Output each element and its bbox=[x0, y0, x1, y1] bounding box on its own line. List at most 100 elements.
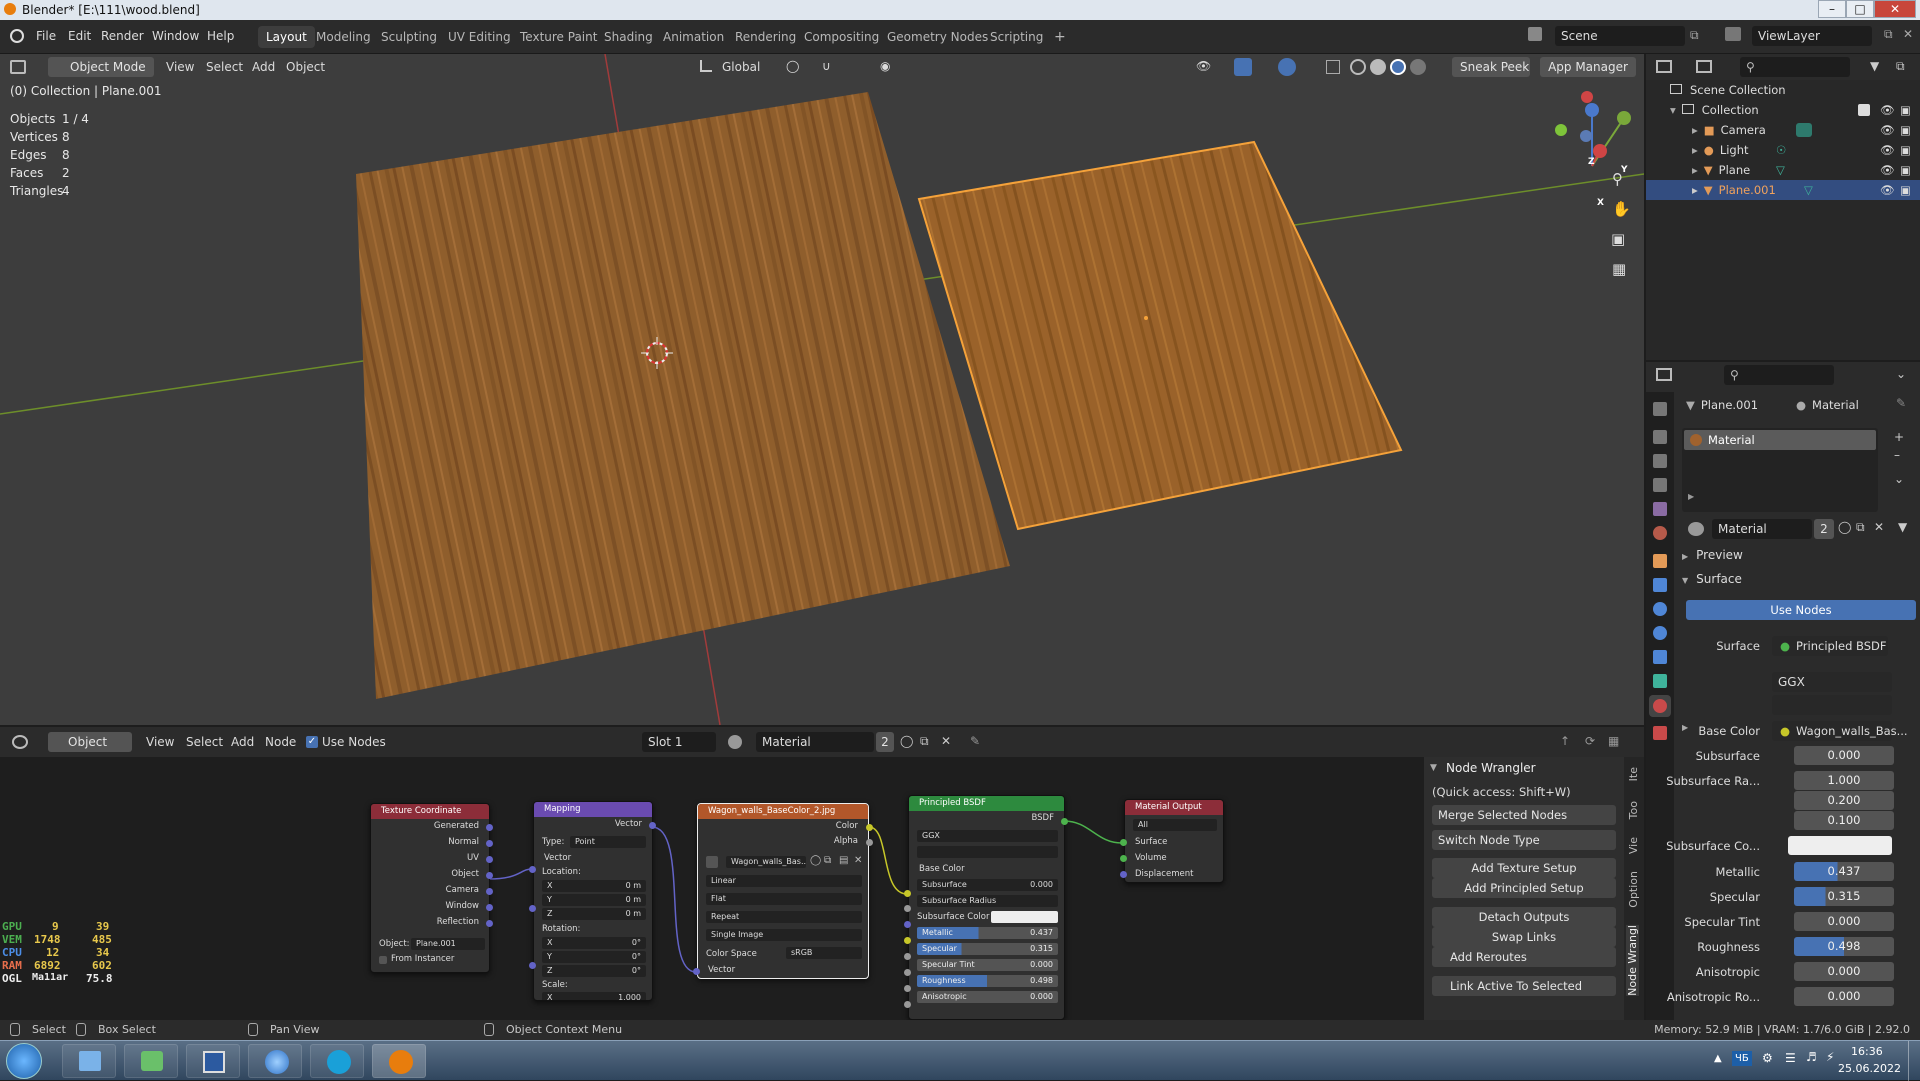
location-y-field[interactable]: Y0 m bbox=[542, 894, 646, 906]
navigation-gizmo[interactable] bbox=[1555, 91, 1631, 167]
outliner-item-plane-001[interactable]: ▸ ▼ Plane.001 ▽ 👁 ▣ bbox=[1646, 180, 1920, 200]
distribution-select[interactable]: GGX bbox=[1772, 672, 1892, 692]
viewport-menu-select[interactable]: Select bbox=[206, 60, 243, 74]
anisotropic-slider[interactable]: 0.000 bbox=[1794, 962, 1894, 981]
outliner-scene-collection[interactable]: Scene Collection bbox=[1646, 80, 1920, 100]
outliner-item-plane[interactable]: ▸ ▼ Plane ▽ 👁 ▣ bbox=[1646, 160, 1920, 180]
add-workspace-button[interactable]: + bbox=[1046, 26, 1074, 48]
tab-geometry-nodes[interactable]: Geometry Nodes bbox=[879, 26, 996, 48]
camera-view-icon[interactable]: ▣ bbox=[1611, 230, 1625, 248]
modifier-tab-icon[interactable] bbox=[1653, 578, 1667, 592]
filter-icon[interactable]: ▼ bbox=[1898, 520, 1907, 534]
swap-links-button[interactable]: Swap Links bbox=[1432, 927, 1616, 947]
roughness-slider[interactable]: Roughness 0.498 bbox=[917, 975, 1058, 987]
tab-compositing[interactable]: Compositing bbox=[796, 26, 887, 48]
add-principled-setup-button[interactable]: Add Principled Setup bbox=[1432, 878, 1616, 898]
new-viewlayer-icon[interactable]: ⧉ bbox=[1884, 27, 1893, 42]
physics-tab-icon[interactable] bbox=[1653, 626, 1667, 640]
taskbar-app-blender[interactable] bbox=[372, 1044, 426, 1078]
scale-x-field[interactable]: X 1.000 bbox=[542, 992, 646, 1000]
viewport-menu-object[interactable]: Object bbox=[286, 60, 325, 74]
socket-specular-tint-in[interactable] bbox=[904, 985, 911, 992]
socket-vector-in[interactable] bbox=[529, 866, 536, 873]
socket-color-out[interactable] bbox=[866, 824, 873, 831]
location-z-field[interactable]: Z0 m bbox=[542, 908, 646, 920]
tab-shading[interactable]: Shading bbox=[596, 26, 661, 48]
3d-viewport[interactable]: Z Y X Object Mode View Select Add Object… bbox=[0, 54, 1644, 725]
list-expand-icon[interactable]: ▶ bbox=[1688, 492, 1694, 501]
socket-bsdf-out[interactable] bbox=[1061, 818, 1068, 825]
sidebar-tab-options[interactable]: Option bbox=[1627, 871, 1640, 908]
socket-location-in[interactable] bbox=[529, 905, 536, 912]
tab-animation[interactable]: Animation bbox=[655, 26, 732, 48]
subsurface-field[interactable]: Subsurface 0.000 bbox=[917, 879, 1058, 891]
material-output-node[interactable]: Material Output All Surface Volume Displ… bbox=[1124, 799, 1224, 883]
new-collection-icon[interactable]: ⧉ bbox=[1896, 59, 1905, 74]
image-duplicate-icon[interactable]: ⧉ bbox=[824, 855, 831, 866]
scene-tab-icon[interactable] bbox=[1653, 502, 1667, 516]
socket-volume-in[interactable] bbox=[1120, 855, 1127, 862]
socket-subsurface-color-in[interactable] bbox=[904, 937, 911, 944]
new-scene-icon[interactable]: ⧉ bbox=[1690, 28, 1699, 43]
image-texture-node[interactable]: Wagon_walls_BaseColor_2.jpg Color Alpha … bbox=[697, 803, 869, 979]
location-x-field[interactable]: X0 m bbox=[542, 880, 646, 892]
subsurface-radius-z-field[interactable]: 0.100 bbox=[1794, 811, 1894, 830]
snap-target-icon[interactable]: ▦ bbox=[1608, 734, 1619, 748]
scene-selector[interactable]: Scene bbox=[1555, 26, 1685, 46]
tab-modeling[interactable]: Modeling bbox=[308, 26, 379, 48]
render-tab-icon[interactable] bbox=[1653, 430, 1667, 444]
projection-select[interactable]: Flat bbox=[706, 893, 862, 905]
menu-render[interactable]: Render bbox=[101, 29, 144, 43]
outliner-search-input[interactable]: ⚲ bbox=[1740, 57, 1850, 77]
material-shading-icon[interactable] bbox=[1390, 59, 1406, 75]
principled-bsdf-node[interactable]: Principled BSDF BSDF GGX Base Color Subs… bbox=[908, 795, 1065, 1020]
collapse-arrow-icon[interactable]: ▼ bbox=[1430, 763, 1437, 773]
sidebar-tab-node-wrangler[interactable]: Node Wrangl bbox=[1626, 925, 1639, 996]
merge-selected-nodes-menu[interactable]: Merge Selected Nodes bbox=[1432, 805, 1616, 825]
socket-normal[interactable] bbox=[486, 840, 493, 847]
colorspace-select[interactable]: sRGB bbox=[786, 947, 862, 959]
type-select[interactable]: Point bbox=[570, 836, 646, 848]
sidebar-tab-view[interactable]: Vie bbox=[1627, 837, 1640, 854]
taskbar-app-browser[interactable] bbox=[248, 1044, 302, 1078]
viewlayer-selector[interactable]: ViewLayer bbox=[1752, 26, 1872, 46]
world-tab-icon[interactable] bbox=[1653, 526, 1667, 540]
pan-hand-icon[interactable]: ✋ bbox=[1612, 200, 1631, 218]
transform-orientation[interactable]: Global bbox=[722, 60, 760, 74]
overlay-toggle-icon[interactable] bbox=[1278, 58, 1296, 76]
source-select[interactable]: Single Image bbox=[706, 929, 862, 941]
solid-shading-icon[interactable] bbox=[1370, 59, 1386, 75]
parent-node-tree-icon[interactable]: ↑ bbox=[1560, 734, 1570, 748]
outliner-item-camera[interactable]: ▸ ■ Camera 👁 ▣ bbox=[1646, 120, 1920, 140]
socket-roughness-in[interactable] bbox=[904, 1001, 911, 1008]
show-desktop-button[interactable] bbox=[1908, 1041, 1920, 1081]
material-users-count[interactable]: 2 bbox=[1814, 519, 1834, 539]
properties-search-input[interactable]: ⚲ bbox=[1724, 365, 1834, 385]
image-open-folder-icon[interactable]: ▤ bbox=[839, 855, 848, 866]
filter-icon[interactable]: ▼ bbox=[1870, 59, 1879, 73]
texture-coordinate-node[interactable]: Texture Coordinate Generated Normal UV O… bbox=[370, 803, 490, 973]
data-tab-icon[interactable] bbox=[1653, 674, 1667, 688]
menu-file[interactable]: File bbox=[36, 29, 56, 43]
taskbar-app-save[interactable] bbox=[186, 1044, 240, 1078]
subsurface-color-swatch[interactable] bbox=[991, 911, 1058, 923]
tab-rendering[interactable]: Rendering bbox=[727, 26, 804, 48]
outliner-collection[interactable]: ▾ Collection 👁 ▣ bbox=[1646, 100, 1920, 120]
socket-reflection[interactable] bbox=[486, 920, 493, 927]
gizmo-toggle-icon[interactable] bbox=[1234, 58, 1252, 76]
clock-time[interactable]: 16:36 bbox=[1851, 1045, 1883, 1058]
sidebar-tab-tool[interactable]: Too bbox=[1627, 801, 1640, 819]
material-browse-icon[interactable] bbox=[1688, 522, 1704, 536]
rotation-x-field[interactable]: X 0° bbox=[542, 937, 646, 949]
from-instancer-checkbox[interactable] bbox=[379, 956, 387, 964]
specular-slider[interactable]: 0.315 bbox=[1794, 887, 1894, 906]
zoom-icon[interactable]: ⚲ bbox=[1612, 170, 1623, 188]
visibility-icon[interactable]: 👁 bbox=[1196, 59, 1211, 73]
subsurface-method-select[interactable] bbox=[917, 846, 1058, 858]
particles-tab-icon[interactable] bbox=[1653, 602, 1667, 616]
add-reroutes-menu[interactable]: Add Reroutes bbox=[1432, 947, 1616, 967]
start-button[interactable] bbox=[6, 1043, 42, 1079]
anisotropic-rotation-slider[interactable]: 0.000 bbox=[1794, 987, 1894, 1006]
network-icon[interactable]: ☰ bbox=[1785, 1051, 1796, 1065]
material-tab[interactable] bbox=[1649, 695, 1671, 717]
